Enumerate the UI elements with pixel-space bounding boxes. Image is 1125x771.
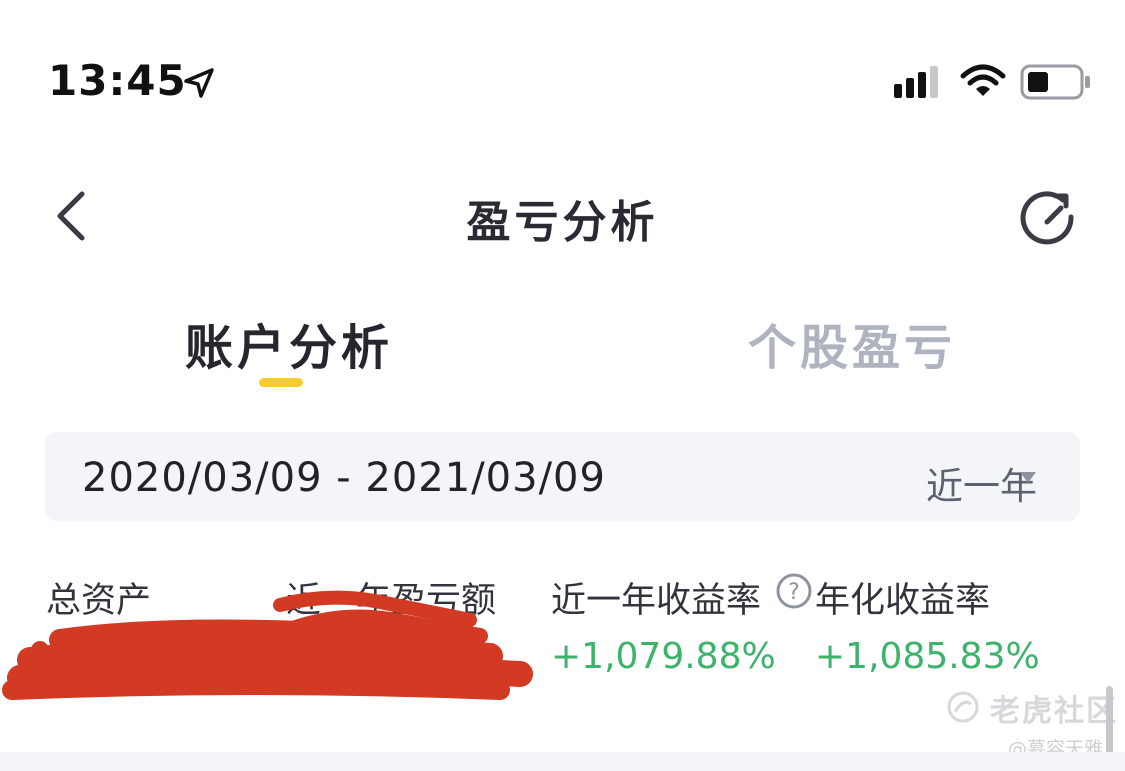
watermark-brand: 老虎社区 — [990, 694, 1118, 729]
refresh-icon[interactable] — [1016, 186, 1078, 248]
cellular-signal-icon — [894, 66, 938, 98]
yearly-return-label: 近一年收益率 — [551, 581, 762, 621]
caret-down-icon[interactable] — [1020, 472, 1036, 484]
annualized-return-label: 年化收益率 — [815, 581, 991, 621]
section-divider — [0, 752, 1125, 771]
page-title: 盈亏分析 — [466, 197, 659, 248]
help-icon[interactable]: ? — [775, 572, 813, 610]
svg-text:?: ? — [788, 580, 800, 605]
wifi-icon — [960, 64, 1006, 96]
annualized-return-value: +1,085.83% — [815, 636, 1040, 677]
watermark-logo — [947, 691, 979, 723]
tab-account-analysis[interactable]: 账户分析 — [185, 308, 393, 378]
active-tab-indicator — [259, 378, 303, 387]
tab-stock-pnl[interactable]: 个股盈亏 — [748, 308, 956, 378]
date-range-text[interactable]: 2020/03/09 - 2021/03/09 — [82, 455, 606, 501]
yearly-return-value: +1,079.88% — [551, 636, 776, 677]
status-time: 13:45 — [48, 56, 187, 105]
battery-icon — [1020, 64, 1090, 100]
location-arrow-icon — [184, 68, 214, 98]
redaction-scribble — [2, 590, 533, 700]
